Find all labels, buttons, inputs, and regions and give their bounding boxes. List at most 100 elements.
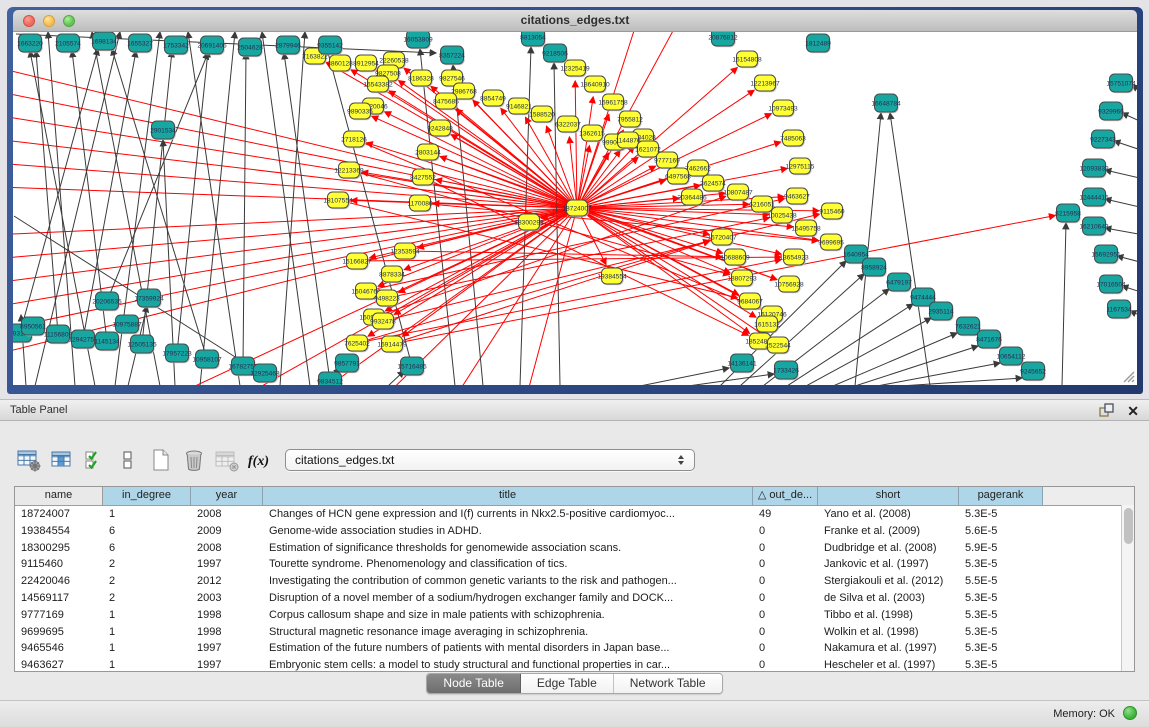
graph-node[interactable]: 9242848 (427, 120, 453, 137)
graph-node[interactable]: 2901534 (150, 121, 176, 140)
graph-node[interactable]: 1812489 (805, 34, 831, 53)
graph-node[interactable]: 2105574 (55, 34, 81, 53)
graph-node[interactable]: 9890335 (347, 103, 373, 120)
column-header-short[interactable]: short (818, 487, 959, 505)
tab-node-table[interactable]: Node Table (427, 674, 521, 693)
column-header-out_de[interactable]: △ out_de... (753, 487, 818, 505)
tab-network-table[interactable]: Network Table (614, 674, 722, 693)
graph-node[interactable]: 7625402 (344, 335, 370, 352)
graph-node[interactable]: 20206535 (92, 292, 122, 311)
graph-node[interactable]: 6479197 (886, 273, 912, 292)
table-row[interactable]: 1938455462009Genome-wide association stu… (15, 523, 1134, 540)
graph-node[interactable]: 2803144 (415, 144, 441, 161)
tab-edge-table[interactable]: Edge Table (521, 674, 614, 693)
graph-node[interactable]: 9218506 (542, 44, 568, 63)
column-header-in_degree[interactable]: in_degree (103, 487, 191, 505)
graph-node[interactable]: 16648784 (871, 94, 901, 113)
graph-node[interactable]: 15720407 (707, 229, 737, 246)
memory-ok-icon[interactable] (1123, 706, 1137, 720)
row-height-button[interactable] (111, 448, 144, 476)
graph-node[interactable]: 18807293 (727, 270, 757, 287)
graph-node[interactable]: 1753342 (163, 36, 189, 55)
graph-node[interactable]: 8958924 (861, 258, 887, 277)
graph-node[interactable]: 16961758 (598, 94, 628, 111)
network-canvas[interactable]: 1872400718300295193845547163822886012889… (13, 32, 1137, 385)
graph-node[interactable]: 8215958 (1055, 204, 1081, 223)
graph-node[interactable]: 17957223 (162, 344, 192, 363)
graph-node[interactable]: 18640910 (580, 76, 610, 93)
graph-node[interactable]: 20364486 (677, 189, 707, 206)
column-header-title[interactable]: title (263, 487, 753, 505)
graph-node[interactable]: 10958107 (192, 350, 222, 369)
graph-node[interactable]: 1588520 (529, 106, 555, 123)
graph-node[interactable]: 10975887 (112, 315, 142, 334)
graph-node[interactable]: 10654112 (997, 347, 1026, 366)
graph-node[interactable]: 9684067 (737, 293, 763, 310)
graph-node[interactable]: 17359924 (134, 289, 164, 308)
graph-node[interactable]: 9227343 (1090, 130, 1116, 149)
graph-node[interactable]: 16210643 (1079, 217, 1109, 236)
graph-node[interactable]: 9498223 (374, 290, 400, 307)
graph-node[interactable]: 8427552 (410, 169, 436, 186)
graph-node[interactable]: 8860128 (327, 55, 353, 72)
graph-node[interactable]: 12093832 (1079, 159, 1109, 178)
graph-node[interactable]: 8878334 (379, 266, 405, 283)
table-scrollbar-thumb[interactable] (1124, 508, 1133, 544)
graph-node[interactable]: 2522544 (765, 337, 791, 354)
graph-node[interactable]: 16495758 (791, 220, 821, 237)
graph-node[interactable]: 14136141 (727, 354, 757, 373)
graph-node[interactable]: 9699695 (818, 234, 844, 251)
graph-node[interactable]: 15751074 (1106, 74, 1136, 93)
table-row[interactable]: 911546021997Tourette syndrome. Phenomeno… (15, 556, 1134, 573)
function-builder-button[interactable]: f(x) (243, 448, 276, 476)
table-row[interactable]: 2242004622012Investigating the contribut… (15, 573, 1134, 590)
graph-node[interactable]: 1615132 (754, 316, 780, 333)
table-row[interactable]: 946554611997Estimation of the future num… (15, 640, 1134, 657)
table-mode-button[interactable] (12, 448, 45, 476)
graph-node[interactable]: 6322037 (555, 116, 581, 133)
table-row[interactable]: 1456911722003Disruption of a novel membe… (15, 590, 1134, 607)
graph-node[interactable]: 10973493 (768, 100, 798, 117)
graph-node[interactable]: 12213967 (750, 75, 780, 92)
graph-node[interactable]: 15692951 (1091, 245, 1121, 264)
graph-node[interactable]: 17016504 (1096, 275, 1126, 294)
delete-table-button[interactable] (210, 448, 243, 476)
graph-node[interactable]: 20876812 (708, 32, 738, 47)
table-row[interactable]: 1872400712008Changes of HCN gene express… (15, 506, 1134, 523)
graph-node[interactable]: 1663220 (17, 34, 43, 53)
graph-node[interactable]: 9463627 (784, 188, 810, 205)
graph-node[interactable]: 1170086 (407, 195, 433, 212)
graph-node[interactable]: 7485063 (780, 130, 806, 147)
graph-node[interactable]: 9777169 (654, 152, 680, 169)
graph-node[interactable]: 1655327 (127, 34, 153, 53)
column-header-pagerank[interactable]: pagerank (959, 487, 1043, 505)
graph-node[interactable]: 2879946 (275, 36, 301, 55)
graph-node[interactable]: 8186328 (408, 70, 434, 87)
column-header-year[interactable]: year (191, 487, 263, 505)
table-selector-dropdown[interactable]: citations_edges.txt (285, 449, 695, 471)
window-titlebar[interactable]: citations_edges.txt (13, 10, 1137, 32)
graph-node[interactable]: 9245652 (1020, 362, 1046, 381)
graph-node[interactable]: 8813054 (520, 32, 546, 47)
graph-node[interactable]: 19384554 (597, 268, 627, 285)
graph-node[interactable]: 9857791 (334, 354, 360, 373)
graph-node[interactable]: 9355142 (317, 36, 343, 55)
graph-node[interactable]: 9329966 (1098, 102, 1124, 121)
graph-node[interactable]: 10688609 (720, 249, 750, 266)
graph-node[interactable]: 10807487 (723, 184, 753, 201)
graph-node[interactable]: 9834512 (317, 372, 343, 385)
graph-node[interactable]: 9115460 (819, 203, 845, 220)
graph-node[interactable]: 7955812 (617, 111, 643, 128)
graph-node[interactable]: 1733426 (773, 361, 799, 380)
close-panel-icon[interactable]: ✕ (1127, 403, 1139, 419)
graph-node[interactable]: 8471676 (976, 330, 1002, 349)
table-row[interactable]: 946362711997Embryonic stem cells: a mode… (15, 657, 1134, 672)
table-scrollbar[interactable] (1121, 505, 1134, 672)
graph-node[interactable]: 1698134 (91, 32, 117, 51)
graph-node[interactable]: 12505135 (127, 335, 157, 354)
delete-column-button[interactable] (177, 448, 210, 476)
table-row[interactable]: 977716911998Corpus callosum shape and si… (15, 607, 1134, 624)
graph-node[interactable]: 10025438 (767, 207, 797, 224)
graph-node[interactable]: 10756928 (774, 276, 804, 293)
graph-node[interactable]: 2935114 (928, 302, 954, 321)
